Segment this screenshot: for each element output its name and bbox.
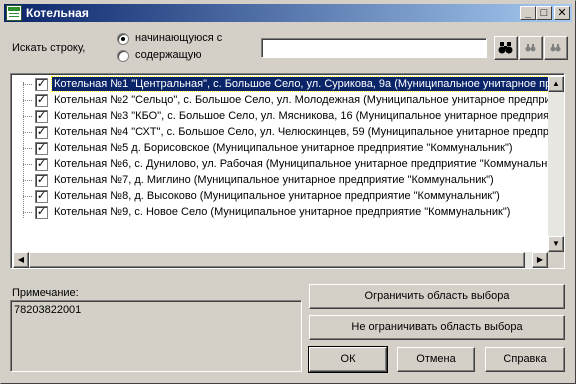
ok-button[interactable]: ОК: [308, 346, 388, 373]
boiler-list-viewport: ✓ Котельная №1 "Центральная", с. Большое…: [13, 76, 548, 252]
scroll-up-arrow-icon[interactable]: ▲: [548, 76, 564, 92]
restrict-selection-button[interactable]: Ограничить область выбора: [309, 284, 565, 309]
find-next-button[interactable]: [544, 36, 568, 60]
radio-starts-with[interactable]: [117, 33, 129, 45]
minimize-button[interactable]: _: [520, 6, 536, 20]
scroll-left-arrow-icon[interactable]: ◀: [13, 252, 29, 268]
item-checkbox[interactable]: ✓: [35, 110, 48, 123]
find-button[interactable]: [494, 36, 518, 60]
find-next-icon: [550, 44, 561, 52]
vertical-scrollbar[interactable]: ▲ ▼: [548, 76, 564, 252]
item-label: Котельная №4 "СХТ", с. Большое Село, ул.…: [54, 126, 548, 138]
item-label: Котельная №9, с. Новое Село (Муниципальн…: [54, 206, 511, 218]
find-previous-icon: [525, 44, 536, 52]
scroll-down-arrow-icon[interactable]: ▼: [548, 236, 564, 252]
list-item[interactable]: ✓ Котельная №2 "Сельцо", с. Большое Село…: [13, 92, 548, 108]
help-button[interactable]: Справка: [485, 347, 565, 372]
scroll-right-arrow-icon[interactable]: ▶: [532, 252, 548, 268]
app-icon: [6, 5, 22, 21]
item-checkbox[interactable]: ✓: [35, 190, 48, 203]
item-label: Котельная №7, д. Миглино (Муниципальное …: [54, 174, 494, 186]
horizontal-scrollbar[interactable]: ◀ ▶: [13, 252, 548, 268]
item-label: Котельная №2 "Сельцо", с. Большое Село, …: [54, 94, 548, 106]
radio-contains-label: содержащую: [135, 49, 202, 61]
item-checkbox[interactable]: ✓: [35, 174, 48, 187]
scrollbar-corner: [548, 252, 564, 268]
close-button[interactable]: ✕: [554, 6, 570, 20]
search-label: Искать строку,: [12, 42, 86, 54]
item-label: Котельная №6, с. Дунилово, ул. Рабочая (…: [54, 158, 548, 170]
item-checkbox[interactable]: ✓: [35, 206, 48, 219]
list-item[interactable]: ✓ Котельная №4 "СХТ", с. Большое Село, у…: [13, 124, 548, 140]
note-field[interactable]: 78203822001: [10, 300, 302, 372]
search-input[interactable]: [261, 38, 487, 58]
list-item[interactable]: ✓ Котельная №1 "Центральная", с. Большое…: [13, 76, 548, 92]
item-checkbox[interactable]: ✓: [35, 142, 48, 155]
note-label: Примечание:: [12, 287, 79, 299]
note-value: 78203822001: [14, 304, 82, 316]
cancel-button[interactable]: Отмена: [397, 347, 475, 372]
item-checkbox[interactable]: ✓: [35, 126, 48, 139]
find-previous-button[interactable]: [519, 36, 543, 60]
boiler-list[interactable]: ✓ Котельная №1 "Центральная", с. Большое…: [10, 73, 565, 269]
item-label: Котельная №3 "КБО", с. Большое Село, ул.…: [54, 110, 548, 122]
list-item[interactable]: ✓ Котельная №9, с. Новое Село (Муниципал…: [13, 204, 548, 220]
list-item[interactable]: ✓ Котельная №5 д. Борисовское (Муниципал…: [13, 140, 548, 156]
item-label: Котельная №8, д. Высоково (Муниципальное…: [54, 190, 500, 202]
item-checkbox[interactable]: ✓: [35, 158, 48, 171]
list-item[interactable]: ✓ Котельная №7, д. Миглино (Муниципально…: [13, 172, 548, 188]
item-checkbox[interactable]: ✓: [35, 94, 48, 107]
list-item[interactable]: ✓ Котельная №3 "КБО", с. Большое Село, у…: [13, 108, 548, 124]
window-title: Котельная: [26, 6, 89, 20]
item-label: Котельная №1 "Центральная", с. Большое С…: [50, 76, 548, 92]
binoculars-icon: [498, 42, 513, 54]
item-label: Котельная №5 д. Борисовское (Муниципальн…: [54, 142, 513, 154]
radio-starts-with-label: начинающуюся с: [135, 32, 223, 44]
radio-contains[interactable]: [117, 50, 129, 62]
title-bar[interactable]: Котельная _ □ ✕: [4, 4, 572, 22]
horizontal-scroll-thumb[interactable]: [29, 252, 525, 268]
dialog-window: Котельная _ □ ✕ Искать строку, начинающу…: [0, 0, 576, 384]
unrestrict-selection-button[interactable]: Не ограничивать область выбора: [309, 315, 565, 340]
item-checkbox[interactable]: ✓: [35, 78, 48, 91]
maximize-button[interactable]: □: [536, 6, 552, 20]
list-item[interactable]: ✓ Котельная №6, с. Дунилово, ул. Рабочая…: [13, 156, 548, 172]
list-item[interactable]: ✓ Котельная №8, д. Высоково (Муниципальн…: [13, 188, 548, 204]
